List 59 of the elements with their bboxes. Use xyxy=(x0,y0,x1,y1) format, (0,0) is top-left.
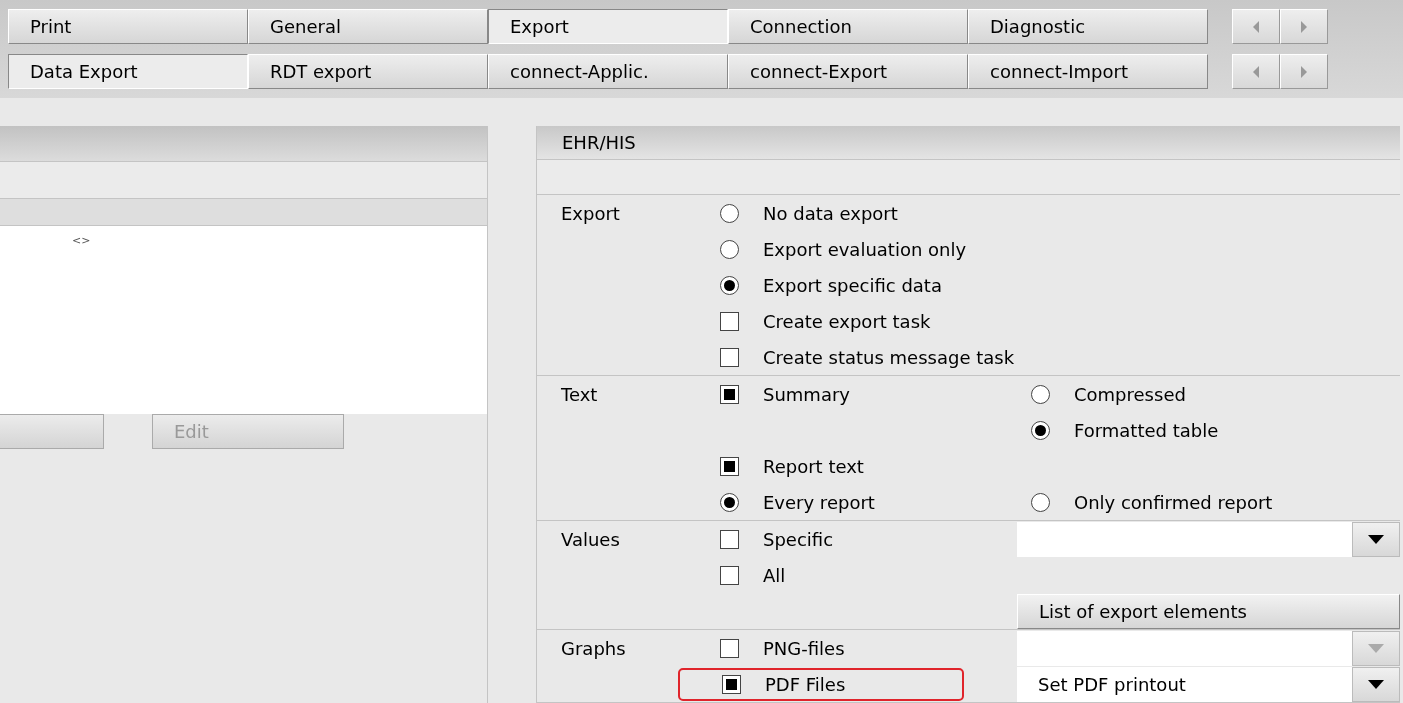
checkbox-label: PDF Files xyxy=(765,672,846,697)
checkbox-label: All xyxy=(763,563,786,588)
radio-button[interactable] xyxy=(1031,492,1050,512)
radio-button[interactable] xyxy=(720,203,739,223)
radio-button[interactable] xyxy=(720,275,739,295)
tab[interactable]: connect-Applic. xyxy=(488,54,728,89)
radio-label: Compressed xyxy=(1074,382,1186,407)
checkbox-label: Specific xyxy=(763,527,834,552)
radio-button[interactable] xyxy=(720,239,739,259)
scroll-right-button[interactable] xyxy=(1280,9,1328,44)
radio-label: Export evaluation only xyxy=(763,237,967,262)
right-arrow-icon xyxy=(1301,65,1307,78)
checkbox[interactable] xyxy=(720,311,739,331)
checkbox[interactable] xyxy=(720,384,739,404)
checkbox-label: PNG-files xyxy=(763,636,845,661)
checkbox-label: Create status message task xyxy=(763,345,1015,370)
scroll-right-button[interactable] xyxy=(1280,54,1328,89)
section-label: Values xyxy=(560,527,621,552)
checkbox[interactable] xyxy=(720,456,739,476)
checkbox-label: Create export task xyxy=(763,309,931,334)
dropdown-arrow-icon xyxy=(1368,534,1384,544)
radio-label: Only confirmed report xyxy=(1074,490,1273,515)
checkbox[interactable] xyxy=(720,638,739,658)
radio-label: Export specific data xyxy=(763,273,942,298)
tab[interactable]: connect-Import xyxy=(968,54,1208,89)
tab[interactable]: Data Export xyxy=(8,54,248,89)
tab[interactable]: Connection xyxy=(728,9,968,44)
radio-label: Formatted table xyxy=(1074,418,1219,443)
checkbox[interactable] xyxy=(720,565,739,585)
checkbox-label: Summary xyxy=(763,382,850,407)
tab[interactable]: Diagnostic xyxy=(968,9,1208,44)
scroll-left-button[interactable] xyxy=(1232,9,1280,44)
list-text: <> xyxy=(72,233,91,249)
tab[interactable]: Export xyxy=(488,9,728,44)
radio-button[interactable] xyxy=(1031,420,1050,440)
dropdown[interactable]: Set PDF printout xyxy=(1017,666,1400,702)
radio-label: Every report xyxy=(763,490,875,515)
list-button[interactable]: List of export elements xyxy=(1017,594,1400,629)
scroll-left-button[interactable] xyxy=(1232,54,1280,89)
checkbox[interactable] xyxy=(722,674,741,694)
tab[interactable]: General xyxy=(248,9,488,44)
tab[interactable]: connect-Export xyxy=(728,54,968,89)
section-label: Export xyxy=(560,201,621,226)
checkbox-label: Report text xyxy=(763,454,864,479)
left-arrow-icon xyxy=(1253,20,1259,33)
section-label: Text xyxy=(560,382,599,407)
section-label: Graphs xyxy=(560,636,627,661)
dropdown-arrow-icon xyxy=(1368,679,1384,689)
radio-label: No data export xyxy=(763,201,898,226)
tab[interactable]: RDT export xyxy=(248,54,488,89)
radio-button[interactable] xyxy=(720,492,739,512)
right-arrow-icon xyxy=(1301,20,1307,33)
left-arrow-icon xyxy=(1253,65,1259,78)
tab[interactable]: Print xyxy=(8,9,248,44)
panel-title: EHR/HIS xyxy=(537,126,1400,161)
dropdown-arrow-icon xyxy=(1368,643,1384,653)
checkbox[interactable] xyxy=(720,529,739,549)
checkbox[interactable] xyxy=(720,347,739,367)
radio-button[interactable] xyxy=(1031,384,1050,404)
